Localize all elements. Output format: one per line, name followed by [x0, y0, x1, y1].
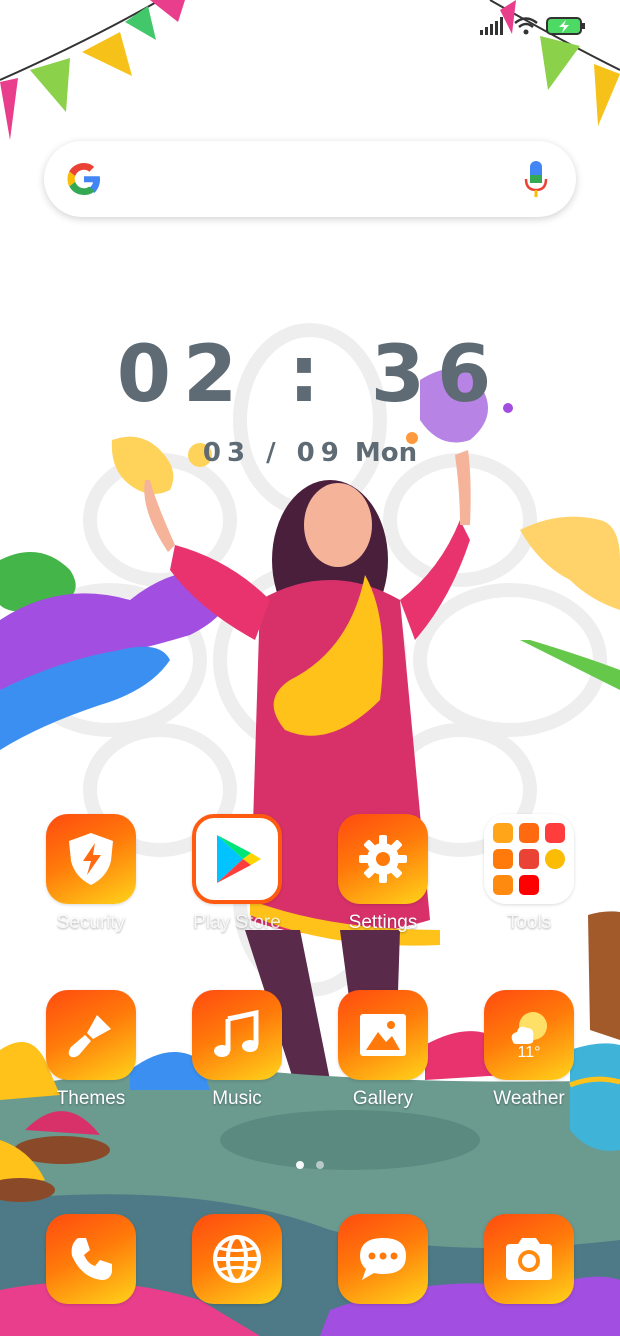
chat-bubble-icon [338, 1214, 428, 1304]
folder-icon [484, 814, 574, 904]
app-themes[interactable]: Themes [18, 990, 164, 1110]
app-label: Music [212, 1088, 262, 1109]
play-mini-icon [519, 823, 539, 843]
weather-icon: 11° [484, 990, 574, 1080]
app-label: Tools [506, 912, 552, 933]
app-label: Security [56, 912, 126, 933]
app-label: Play Store [193, 912, 281, 933]
google-icon [67, 163, 100, 195]
battery-charging-icon [546, 17, 585, 35]
youtube-mini-icon [519, 875, 539, 895]
chrome-mini-icon [545, 849, 565, 869]
app-label: Settings [348, 912, 418, 933]
camera-mini-icon [493, 875, 513, 895]
gmail-mini-icon [519, 849, 539, 869]
app-play-store[interactable]: Play Store [164, 814, 310, 934]
app-gallery[interactable]: Gallery [310, 990, 456, 1110]
contacts-mini-icon [493, 849, 513, 869]
paintbrush-icon [46, 990, 136, 1080]
scanner-mini-icon [493, 823, 513, 843]
camera-icon [484, 1214, 574, 1304]
app-label: Gallery [352, 1088, 414, 1109]
dock-messages[interactable] [310, 1214, 456, 1304]
app-folder-tools[interactable]: Tools [456, 814, 602, 934]
page-dot-active[interactable] [296, 1161, 304, 1169]
date-text: 03 / 09 [202, 438, 345, 468]
app-security[interactable]: Security [18, 814, 164, 934]
signal-icon [480, 17, 503, 35]
dock-browser[interactable] [164, 1214, 310, 1304]
google-search-bar[interactable] [44, 141, 576, 217]
gear-icon [338, 814, 428, 904]
phone-icon [46, 1214, 136, 1304]
music-note-icon [192, 990, 282, 1080]
status-bar [480, 16, 586, 36]
page-indicator[interactable] [296, 1161, 324, 1169]
clock-date[interactable]: 03 / 09 Mon [0, 438, 620, 468]
image-icon [338, 990, 428, 1080]
app-music[interactable]: Music [164, 990, 310, 1110]
clock-time[interactable]: 02 : 36 [0, 330, 620, 420]
mic-icon[interactable] [524, 159, 548, 199]
app-label: Weather [493, 1088, 565, 1109]
app-label: Themes [56, 1088, 126, 1109]
shield-bolt-icon [46, 814, 136, 904]
play-store-icon [192, 814, 282, 904]
dock-camera[interactable] [456, 1214, 602, 1304]
app-settings[interactable]: Settings [310, 814, 456, 934]
globe-icon [192, 1214, 282, 1304]
video-mini-icon [545, 823, 565, 843]
page-dot[interactable] [316, 1161, 324, 1169]
wifi-icon [514, 17, 538, 35]
dock-phone[interactable] [18, 1214, 164, 1304]
weather-temperature: 11° [517, 1044, 541, 1061]
app-weather[interactable]: 11° Weather [456, 990, 602, 1110]
weekday-text: Mon [354, 438, 418, 468]
